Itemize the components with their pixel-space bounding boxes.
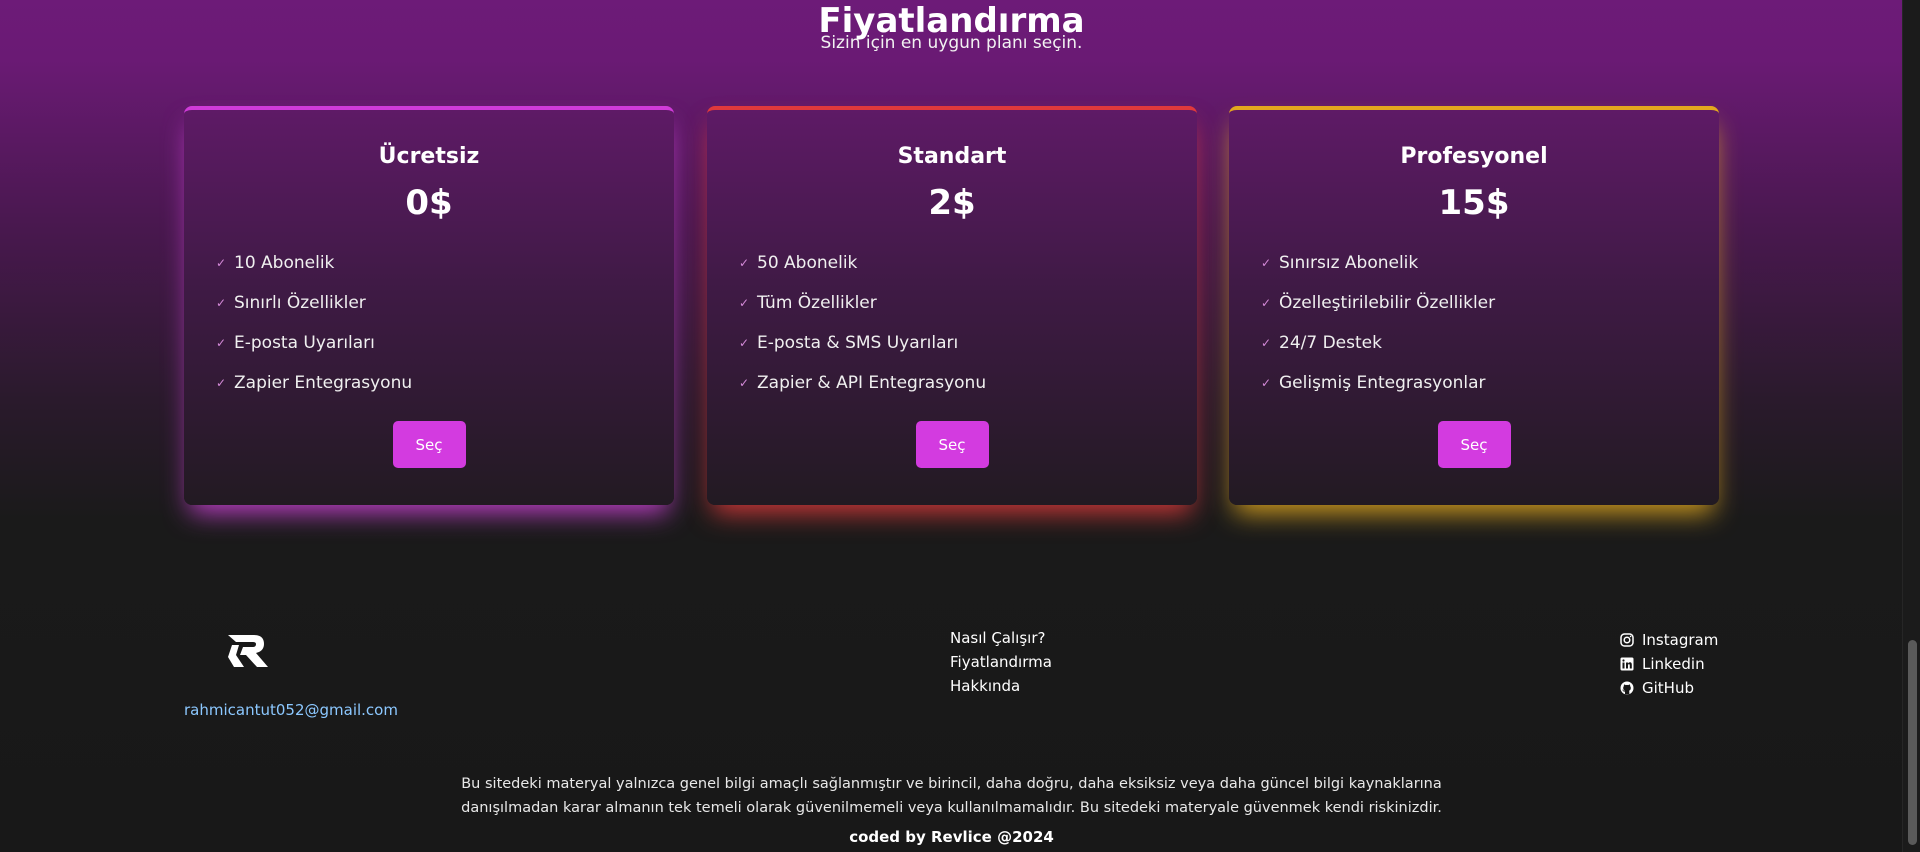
instagram-icon bbox=[1620, 633, 1634, 647]
plan-name: Standart bbox=[897, 144, 1007, 169]
feature-label: E-posta Uyarıları bbox=[234, 333, 375, 353]
check-icon: ✓ bbox=[216, 336, 227, 350]
disclaimer-line: danışılmadan karar almanın tek temeli ol… bbox=[461, 800, 1442, 816]
check-icon: ✓ bbox=[216, 376, 227, 390]
social-label: GitHub bbox=[1642, 679, 1694, 697]
feature-list: ✓ 10 Abonelik ✓ Sınırlı Özellikler ✓ E-post… bbox=[184, 243, 674, 403]
feature-list: ✓ 50 Abonelik ✓ Tüm Özellikler ✓ E-posta & … bbox=[707, 243, 1197, 403]
feature-item: ✓ Sınırsız Abonelik bbox=[1261, 243, 1719, 283]
feature-label: E-posta & SMS Uyarıları bbox=[757, 333, 959, 353]
feature-item: ✓ E-posta Uyarıları bbox=[216, 323, 674, 363]
feature-item: ✓ Özelleştirilebilir Özellikler bbox=[1261, 283, 1719, 323]
check-icon: ✓ bbox=[739, 296, 750, 310]
plan-price: 0$ bbox=[405, 183, 453, 223]
disclaimer-text: Bu sitedeki materyal yalnızca genel bilg… bbox=[0, 772, 1903, 820]
feature-item: ✓ Sınırlı Özellikler bbox=[216, 283, 674, 323]
social-label: Linkedin bbox=[1642, 655, 1705, 673]
check-icon: ✓ bbox=[1261, 376, 1272, 390]
feature-label: 24/7 Destek bbox=[1279, 333, 1382, 353]
feature-label: Sınırlı Özellikler bbox=[234, 293, 366, 313]
feature-item: ✓ 24/7 Destek bbox=[1261, 323, 1719, 363]
linkedin-icon bbox=[1620, 657, 1634, 671]
footer-link-about[interactable]: Hakkında bbox=[950, 676, 1052, 700]
feature-item: ✓ 10 Abonelik bbox=[216, 243, 674, 283]
check-icon: ✓ bbox=[739, 256, 750, 270]
feature-item: ✓ 50 Abonelik bbox=[739, 243, 1197, 283]
social-link-linkedin[interactable]: Linkedin bbox=[1620, 652, 1718, 676]
credit-text: coded by Revlice @2024 bbox=[849, 828, 1054, 846]
feature-item: ✓ E-posta & SMS Uyarıları bbox=[739, 323, 1197, 363]
feature-list: ✓ Sınırsız Abonelik ✓ Özelleştirilebilir Ö… bbox=[1229, 243, 1719, 403]
check-icon: ✓ bbox=[1261, 296, 1272, 310]
social-label: Instagram bbox=[1642, 631, 1719, 649]
check-icon: ✓ bbox=[739, 376, 750, 390]
logo-mark-icon bbox=[228, 635, 268, 667]
social-link-instagram[interactable]: Instagram bbox=[1620, 628, 1718, 652]
check-icon: ✓ bbox=[216, 296, 227, 310]
pricing-card-free: Ücretsiz 0$ ✓ 10 Abonelik ✓ Sınırlı Özelli… bbox=[184, 106, 674, 505]
page-subtitle: Sizin için en uygun planı seçin. bbox=[820, 33, 1083, 53]
feature-label: Zapier Entegrasyonu bbox=[234, 373, 413, 393]
feature-item: ✓ Tüm Özellikler bbox=[739, 283, 1197, 323]
feature-label: Tüm Özellikler bbox=[757, 293, 877, 313]
scrollbar[interactable] bbox=[1902, 0, 1920, 852]
check-icon: ✓ bbox=[739, 336, 750, 350]
feature-label: Sınırsız Abonelik bbox=[1279, 253, 1419, 273]
scrollbar-thumb[interactable] bbox=[1908, 640, 1917, 845]
select-plan-button[interactable]: Seç bbox=[915, 421, 989, 468]
feature-item: ✓ Gelişmiş Entegrasyonlar bbox=[1261, 363, 1719, 403]
footer-link-pricing[interactable]: Fiyatlandırma bbox=[950, 652, 1052, 676]
feature-item: ✓ Zapier & API Entegrasyonu bbox=[739, 363, 1197, 403]
select-plan-button[interactable]: Seç bbox=[1437, 421, 1511, 468]
pricing-card-professional: Profesyonel 15$ ✓ Sınırsız Abonelik ✓ Özel… bbox=[1229, 106, 1719, 505]
plan-price: 15$ bbox=[1438, 183, 1510, 223]
footer-nav: Nasıl Çalışır? Fiyatlandırma Hakkında bbox=[950, 628, 1052, 700]
feature-label: Zapier & API Entegrasyonu bbox=[757, 373, 987, 393]
check-icon: ✓ bbox=[1261, 336, 1272, 350]
social-link-github[interactable]: GitHub bbox=[1620, 676, 1718, 700]
feature-label: Özelleştirilebilir Özellikler bbox=[1279, 293, 1496, 313]
check-icon: ✓ bbox=[1261, 256, 1272, 270]
plan-name: Ücretsiz bbox=[378, 144, 480, 169]
disclaimer-line: Bu sitedeki materyal yalnızca genel bilg… bbox=[461, 776, 1442, 792]
feature-label: 50 Abonelik bbox=[757, 253, 858, 273]
footer-link-how-it-works[interactable]: Nasıl Çalışır? bbox=[950, 628, 1052, 652]
plan-price: 2$ bbox=[928, 183, 976, 223]
github-icon bbox=[1620, 681, 1634, 695]
feature-label: Gelişmiş Entegrasyonlar bbox=[1279, 373, 1486, 393]
plan-name: Profesyonel bbox=[1400, 144, 1548, 169]
select-plan-button[interactable]: Seç bbox=[392, 421, 466, 468]
pricing-card-standard: Standart 2$ ✓ 50 Abonelik ✓ Tüm Özellikler… bbox=[707, 106, 1197, 505]
social-links: Instagram Linkedin GitHub bbox=[1620, 628, 1718, 700]
check-icon: ✓ bbox=[216, 256, 227, 270]
feature-item: ✓ Zapier Entegrasyonu bbox=[216, 363, 674, 403]
contact-email-link[interactable]: rahmicantut052@gmail.com bbox=[184, 701, 398, 719]
revlice-logo[interactable] bbox=[224, 631, 270, 669]
feature-label: 10 Abonelik bbox=[234, 253, 335, 273]
